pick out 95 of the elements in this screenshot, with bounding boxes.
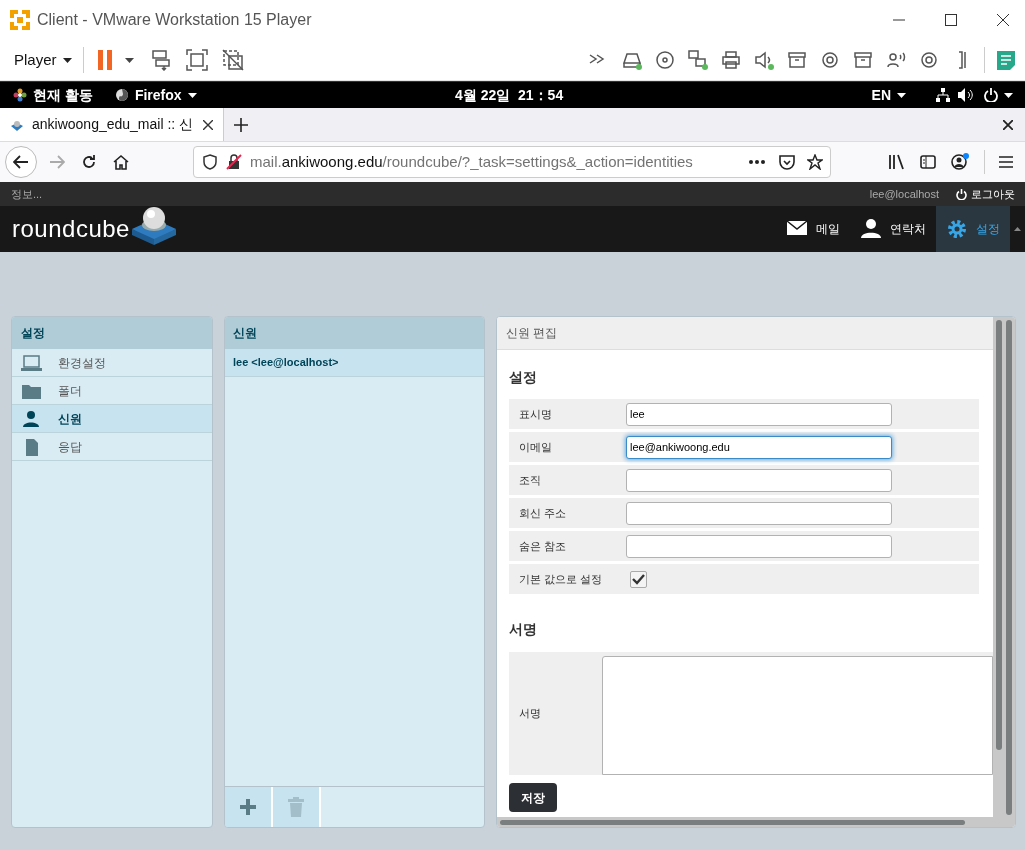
tab-title: ankiwoong_edu_mail :: 신	[32, 115, 195, 134]
panel-title: 신원	[233, 325, 257, 342]
settings-item[interactable]: 응답	[12, 433, 212, 461]
firefox-icon	[114, 88, 129, 102]
identity-row[interactable]: lee <lee@localhost>	[225, 349, 484, 377]
field-label: 조직	[518, 472, 542, 488]
star-icon[interactable]	[807, 154, 823, 170]
signature-field[interactable]	[602, 656, 993, 775]
printer-icon[interactable]	[720, 49, 742, 71]
nav-tab[interactable]: 설정	[936, 206, 1010, 252]
unity-icon[interactable]	[221, 49, 244, 71]
status-message: 정보...	[11, 186, 43, 202]
settings-item[interactable]: 신원	[12, 405, 212, 433]
trash-icon	[287, 796, 305, 818]
fullscreen-icon[interactable]	[185, 49, 208, 71]
person-icon	[21, 409, 42, 428]
field-label: 표시명	[518, 406, 553, 422]
app-logo-icon	[9, 9, 31, 31]
logout-link[interactable]: 로그아웃	[956, 185, 1015, 203]
pause-icon[interactable]	[97, 50, 112, 70]
player-menu[interactable]: Player	[14, 48, 72, 72]
account-icon[interactable]	[951, 153, 969, 171]
send-keys-icon[interactable]	[149, 49, 172, 71]
save-button[interactable]: 저장	[509, 783, 557, 812]
field-label: 숨은 참조	[518, 538, 568, 554]
text-field[interactable]	[626, 501, 892, 525]
close-icon[interactable]	[997, 14, 1009, 26]
power-icon	[956, 188, 967, 200]
username: lee@localhost	[869, 186, 939, 202]
archive-icon[interactable]	[852, 49, 874, 71]
field-label: 회신 주소	[518, 505, 568, 521]
disc-icon[interactable]	[918, 49, 940, 71]
add-button[interactable]	[225, 787, 273, 827]
caret-icon	[187, 92, 197, 98]
vertical-scrollbar[interactable]	[996, 320, 1002, 750]
plus-icon	[239, 798, 257, 816]
back-arrow-icon	[13, 155, 29, 169]
field-label: 서명	[518, 706, 542, 722]
maximize-icon[interactable]	[945, 14, 957, 26]
close-icon[interactable]	[203, 119, 213, 130]
field-label: 기본 값으로 설정	[518, 571, 604, 587]
volume-icon[interactable]	[958, 88, 974, 102]
pocket-icon[interactable]	[779, 154, 795, 170]
text-field[interactable]: lee@ankiwoong.edu	[626, 435, 892, 459]
more-icon[interactable]	[749, 160, 765, 164]
input-method-menu[interactable]: EN	[871, 84, 906, 106]
archive-icon[interactable]	[786, 49, 808, 71]
horizontal-scrollbar[interactable]	[500, 819, 965, 825]
section-heading: 설정	[509, 368, 538, 387]
caret-icon[interactable]	[124, 57, 134, 63]
sidebar-icon[interactable]	[920, 154, 936, 170]
text-field[interactable]	[626, 468, 892, 492]
caret-icon[interactable]	[1004, 92, 1013, 98]
close-icon[interactable]	[1003, 119, 1013, 130]
caret-icon	[897, 92, 906, 98]
activities-button[interactable]: 현재 활동	[13, 84, 93, 106]
library-icon[interactable]	[888, 154, 906, 170]
flower-icon	[13, 88, 27, 102]
address-bar[interactable]: mail.ankiwoong.edu/roundcube/?_task=settings&_action=identities	[193, 146, 831, 178]
gear-icon	[946, 218, 968, 240]
menu-icon[interactable]	[999, 156, 1013, 168]
power-icon[interactable]	[984, 88, 998, 102]
panel-title: 신원 편집	[506, 325, 558, 342]
app-menu[interactable]: Firefox	[114, 84, 197, 106]
section-heading: 서명	[509, 620, 538, 639]
insecure-lock-icon	[226, 154, 242, 170]
text-field[interactable]: lee	[626, 402, 892, 426]
home-icon[interactable]	[113, 154, 129, 170]
speaker-icon[interactable]	[753, 49, 775, 71]
laptop-icon	[21, 353, 42, 372]
person-icon	[860, 218, 882, 240]
cube-logo-icon	[129, 205, 178, 245]
text-field[interactable]	[626, 534, 892, 558]
panel-title: 설정	[21, 325, 45, 342]
new-tab-icon[interactable]	[234, 117, 248, 132]
settings-item[interactable]: 환경설정	[12, 349, 212, 377]
window-title: Client - VMware Workstation 15 Player	[37, 10, 312, 30]
logo-text: roundcube	[12, 214, 130, 244]
url-text: mail.ankiwoong.edu/roundcube/?_task=settings&_action=identities	[250, 151, 694, 172]
clock[interactable]: 4월 22일 21：54	[455, 84, 564, 106]
nav-tab[interactable]: 연락처	[850, 206, 936, 252]
message-icon[interactable]	[995, 49, 1017, 71]
disc-icon[interactable]	[654, 49, 676, 71]
collapse-icon[interactable]	[1014, 227, 1021, 231]
field-label: 이메일	[518, 439, 553, 455]
checkbox[interactable]	[630, 570, 647, 588]
network-icon[interactable]	[936, 88, 950, 102]
shield-icon	[203, 154, 217, 170]
back-button[interactable]	[5, 146, 37, 178]
disc-icon[interactable]	[819, 49, 841, 71]
reload-icon[interactable]	[81, 154, 97, 170]
vertical-scrollbar[interactable]	[1006, 320, 1012, 815]
browser-tab[interactable]: ankiwoong_edu_mail :: 신	[0, 108, 224, 141]
caret-icon	[62, 57, 72, 63]
nav-tab[interactable]: 메일	[776, 206, 850, 252]
